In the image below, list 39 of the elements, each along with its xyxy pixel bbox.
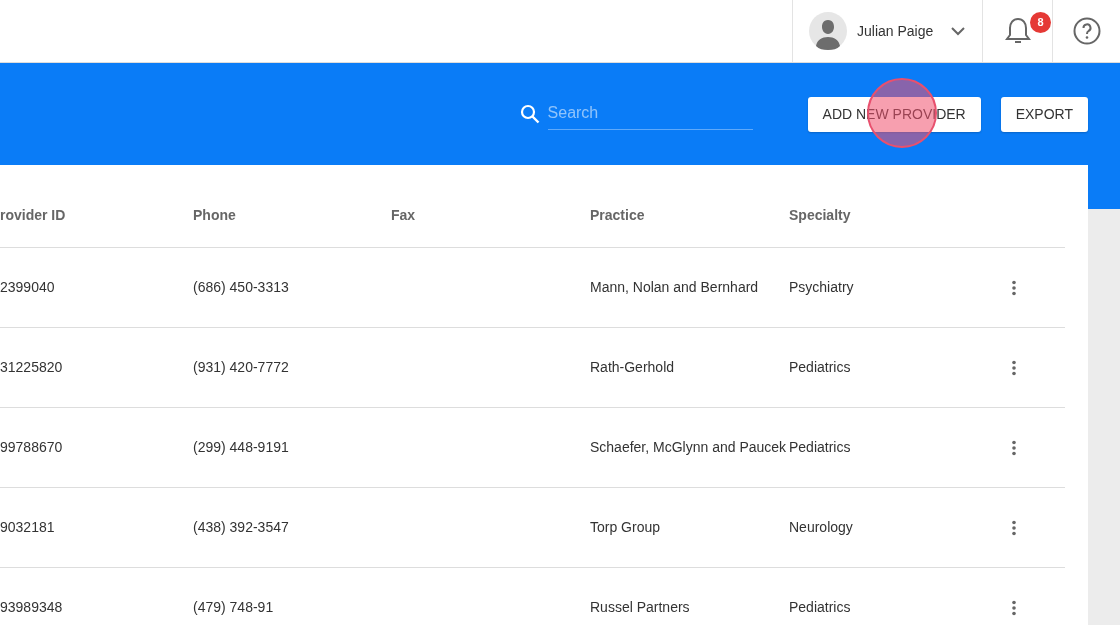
table-cell: Pediatrics bbox=[789, 439, 851, 455]
search-field[interactable]: Search bbox=[547, 98, 753, 130]
table-cell: 9032181 bbox=[0, 519, 55, 535]
table-cell: Pediatrics bbox=[789, 359, 851, 375]
table-cell: (299) 448-9191 bbox=[193, 439, 289, 455]
table-cell: Neurology bbox=[789, 519, 853, 535]
table-cell: Rath-Gerhold bbox=[590, 359, 675, 375]
column-header[interactable]: Practice bbox=[590, 206, 645, 223]
table-cell: (931) 420-7772 bbox=[193, 359, 289, 375]
column-header[interactable]: Specialty bbox=[789, 206, 851, 223]
more-icon[interactable] bbox=[1011, 280, 1017, 297]
more-icon[interactable] bbox=[1011, 440, 1017, 457]
table-cell: Schaefer, McGlynn and Paucek bbox=[590, 439, 787, 455]
table-cell: Pediatrics bbox=[789, 599, 851, 615]
table-cell: Torp Group bbox=[590, 519, 661, 535]
table-cell: 99788670 bbox=[0, 439, 63, 455]
column-header[interactable]: rovider ID bbox=[0, 206, 66, 223]
table-cell: 93989348 bbox=[0, 599, 63, 615]
avatar-icon[interactable] bbox=[809, 12, 847, 50]
more-icon[interactable] bbox=[1011, 520, 1017, 537]
table-cell: Mann, Nolan and Bernhard bbox=[590, 279, 759, 295]
table-cell: Psychiatry bbox=[789, 279, 854, 295]
search-icon bbox=[519, 104, 540, 124]
table-cell: (686) 450-3313 bbox=[193, 279, 289, 295]
table-cell: (438) 392-3547 bbox=[193, 519, 289, 535]
more-icon[interactable] bbox=[1011, 360, 1017, 377]
table-cell: 31225820 bbox=[0, 359, 63, 375]
column-header[interactable]: Fax bbox=[391, 206, 416, 223]
column-header[interactable]: Phone bbox=[193, 206, 236, 223]
table-cell: Russel Partners bbox=[590, 599, 690, 615]
notification-count: 8 bbox=[1030, 12, 1051, 33]
export-button[interactable]: EXPORT bbox=[1000, 96, 1088, 132]
more-icon[interactable] bbox=[1011, 600, 1017, 617]
bell-icon[interactable] bbox=[1004, 17, 1031, 45]
chevron-down-icon[interactable] bbox=[951, 26, 966, 36]
table-cell: (479) 748-91 bbox=[193, 599, 274, 615]
user-name[interactable]: Julian Paige bbox=[857, 20, 934, 42]
help-icon[interactable] bbox=[1072, 17, 1101, 45]
table-cell: 2399040 bbox=[0, 279, 55, 295]
